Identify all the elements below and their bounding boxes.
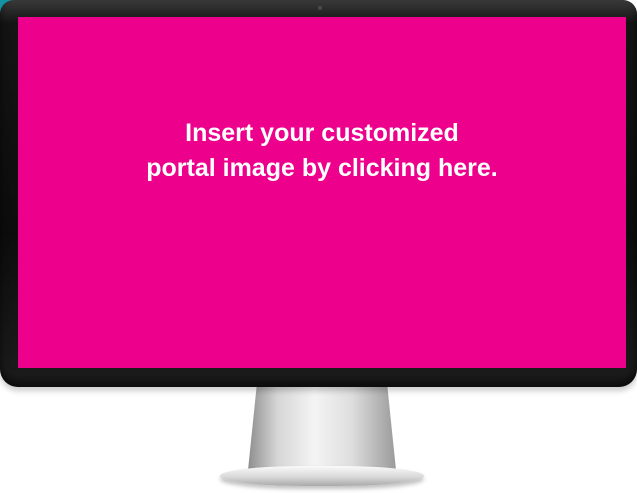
placeholder-message[interactable]: Insert your customized portal image by c… — [42, 116, 602, 186]
placeholder-line-1: Insert your customized — [185, 119, 459, 147]
camera-icon — [318, 6, 322, 10]
monitor-stand-neck — [248, 384, 396, 470]
monitor-illustration: Insert your customized portal image by c… — [0, 0, 637, 493]
monitor-bezel: Insert your customized portal image by c… — [0, 0, 637, 387]
placeholder-line-2: portal image by clicking here. — [146, 154, 498, 182]
monitor-stand-base — [220, 466, 424, 486]
portal-image-placeholder[interactable]: Insert your customized portal image by c… — [18, 17, 626, 368]
